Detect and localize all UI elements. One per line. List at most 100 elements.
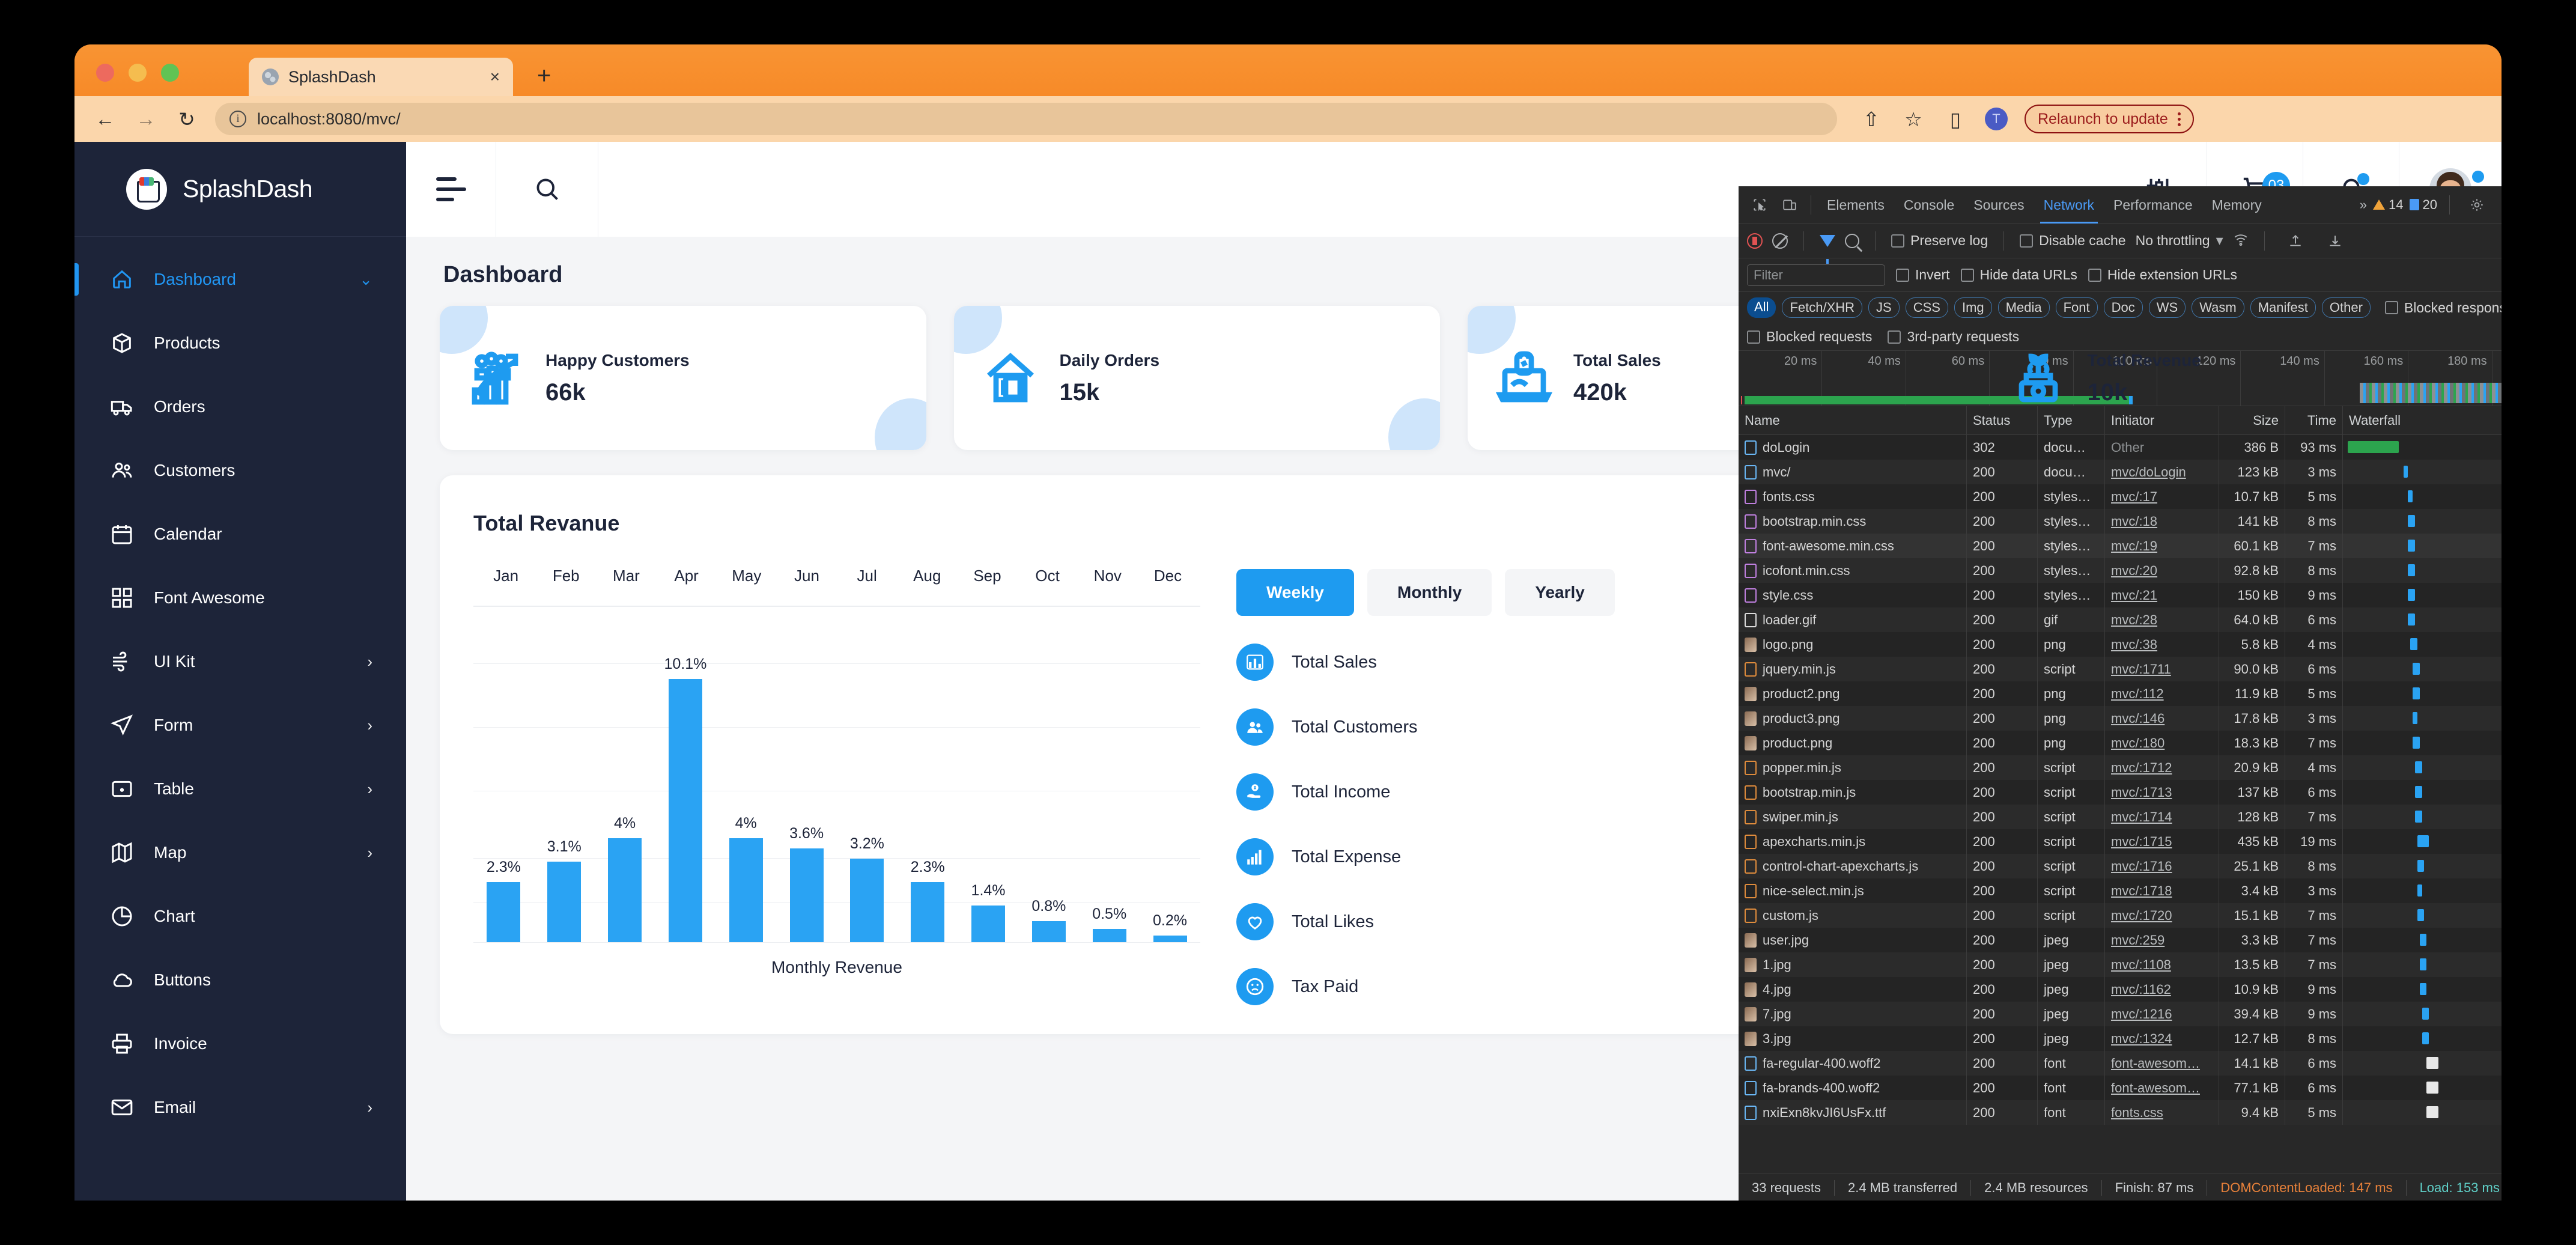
hide-data-urls-checkbox[interactable]: Hide data URLs bbox=[1961, 267, 2077, 283]
column-header-type[interactable]: Type bbox=[2038, 406, 2105, 434]
column-header-name[interactable]: Name bbox=[1739, 406, 1967, 434]
chart-bar-group[interactable]: 2.3% bbox=[898, 606, 958, 942]
table-row[interactable]: 1.jpg200jpegmvc/:110813.5 kB7 ms bbox=[1739, 952, 2502, 977]
browser-menu-icon[interactable] bbox=[2178, 112, 2181, 126]
chart-bar-group[interactable]: 10.1% bbox=[655, 606, 715, 942]
sidebar-item-chart[interactable]: Chart bbox=[74, 884, 406, 948]
topbar-search-button[interactable] bbox=[496, 142, 598, 237]
side-panel-icon[interactable]: ▯ bbox=[1943, 108, 1968, 131]
chart-bar-group[interactable]: 0.2% bbox=[1140, 606, 1200, 942]
request-initiator[interactable]: mvc/:21 bbox=[2111, 588, 2157, 603]
stat-card[interactable]: Happy Customers66k bbox=[440, 306, 926, 450]
close-window-button[interactable] bbox=[96, 64, 114, 82]
type-filter-ws[interactable]: WS bbox=[2149, 297, 2186, 318]
request-initiator[interactable]: mvc/:18 bbox=[2111, 514, 2157, 529]
devtools-tab-console[interactable]: Console bbox=[1894, 186, 1964, 224]
message-count[interactable]: 20 bbox=[2410, 197, 2437, 213]
table-row[interactable]: mvc/200docu…mvc/doLogin123 kB3 ms bbox=[1739, 460, 2502, 484]
sidebar-item-map[interactable]: Map› bbox=[74, 821, 406, 884]
request-initiator[interactable]: mvc/:1715 bbox=[2111, 834, 2172, 850]
table-row[interactable]: loader.gif200gifmvc/:2864.0 kB6 ms bbox=[1739, 607, 2502, 632]
request-initiator[interactable]: mvc/:20 bbox=[2111, 563, 2157, 579]
type-filter-doc[interactable]: Doc bbox=[2104, 297, 2143, 318]
table-row[interactable]: fonts.css200styles…mvc/:1710.7 kB5 ms bbox=[1739, 484, 2502, 509]
devtools-tab-elements[interactable]: Elements bbox=[1817, 186, 1894, 224]
request-initiator[interactable]: mvc/:180 bbox=[2111, 735, 2164, 751]
table-row[interactable]: style.css200styles…mvc/:21150 kB9 ms bbox=[1739, 583, 2502, 607]
chart-bar-group[interactable]: 3.6% bbox=[776, 606, 837, 942]
devtools-settings-icon[interactable] bbox=[2462, 192, 2492, 218]
sidebar-item-products[interactable]: Products bbox=[74, 311, 406, 375]
table-row[interactable]: fa-brands-400.woff2200fontfont-awesom…77… bbox=[1739, 1076, 2502, 1100]
type-filter-all[interactable]: All bbox=[1747, 297, 1776, 318]
column-header-initiator[interactable]: Initiator bbox=[2105, 406, 2219, 434]
sidebar-item-buttons[interactable]: Buttons bbox=[74, 948, 406, 1012]
request-initiator[interactable]: fonts.css bbox=[2111, 1105, 2163, 1121]
request-initiator[interactable]: mvc/:1718 bbox=[2111, 883, 2172, 899]
forward-icon[interactable]: → bbox=[133, 108, 159, 130]
devtools-tab-performance[interactable]: Performance bbox=[2104, 186, 2202, 224]
reload-icon[interactable]: ↻ bbox=[174, 108, 199, 131]
address-bar[interactable]: i localhost:8080/mvc/ bbox=[215, 103, 1837, 135]
more-tabs-icon[interactable]: » bbox=[2360, 197, 2367, 213]
table-row[interactable]: product3.png200pngmvc/:14617.8 kB3 ms bbox=[1739, 706, 2502, 731]
column-header-time[interactable]: Time bbox=[2285, 406, 2343, 434]
table-row[interactable]: control-chart-apexcharts.js200scriptmvc/… bbox=[1739, 854, 2502, 878]
browser-tab[interactable]: SplashDash × bbox=[249, 58, 513, 96]
bookmark-star-icon[interactable]: ☆ bbox=[1901, 108, 1926, 131]
period-tab-monthly[interactable]: Monthly bbox=[1367, 569, 1492, 616]
chart-bar-group[interactable]: 2.3% bbox=[473, 606, 534, 942]
network-conditions-icon[interactable] bbox=[2233, 231, 2249, 251]
request-initiator[interactable]: mvc/:1324 bbox=[2111, 1031, 2172, 1047]
request-initiator[interactable]: mvc/:1713 bbox=[2111, 785, 2172, 800]
type-filter-other[interactable]: Other bbox=[2322, 297, 2371, 318]
table-row[interactable]: nice-select.min.js200scriptmvc/:17183.4 … bbox=[1739, 878, 2502, 903]
table-row[interactable]: 7.jpg200jpegmvc/:121639.4 kB9 ms bbox=[1739, 1002, 2502, 1026]
request-initiator[interactable]: mvc/:1711 bbox=[2111, 662, 2171, 677]
stat-card[interactable]: Daily Orders15k bbox=[954, 306, 1441, 450]
filter-icon[interactable] bbox=[1820, 235, 1835, 247]
chart-bar-group[interactable]: 0.5% bbox=[1079, 606, 1140, 942]
request-initiator[interactable]: mvc/:17 bbox=[2111, 489, 2157, 505]
period-tab-weekly[interactable]: Weekly bbox=[1236, 569, 1354, 616]
table-row[interactable]: popper.min.js200scriptmvc/:171220.9 kB4 … bbox=[1739, 755, 2502, 780]
sidebar-item-orders[interactable]: Orders bbox=[74, 375, 406, 439]
chart-bar-group[interactable]: 0.8% bbox=[1018, 606, 1079, 942]
device-toolbar-icon[interactable] bbox=[1775, 192, 1805, 218]
maximize-window-button[interactable] bbox=[161, 64, 179, 82]
table-row[interactable]: doLogin302docu…Other386 B93 ms bbox=[1739, 435, 2502, 460]
request-initiator[interactable]: mvc/:19 bbox=[2111, 538, 2157, 554]
warning-count[interactable]: 14 bbox=[2373, 197, 2403, 213]
request-initiator[interactable]: mvc/:146 bbox=[2111, 711, 2164, 726]
column-header-status[interactable]: Status bbox=[1967, 406, 2038, 434]
search-icon[interactable] bbox=[1845, 234, 1859, 248]
table-row[interactable]: product.png200pngmvc/:18018.3 kB7 ms bbox=[1739, 731, 2502, 755]
table-row[interactable]: 4.jpg200jpegmvc/:116210.9 kB9 ms bbox=[1739, 977, 2502, 1002]
clear-button[interactable] bbox=[1772, 233, 1788, 249]
throttling-select[interactable]: No throttling▾ bbox=[2136, 232, 2223, 249]
request-initiator[interactable]: mvc/:1108 bbox=[2111, 957, 2171, 973]
type-filter-fetch-xhr[interactable]: Fetch/XHR bbox=[1782, 297, 1862, 318]
table-row[interactable]: swiper.min.js200scriptmvc/:1714128 kB7 m… bbox=[1739, 805, 2502, 829]
back-icon[interactable]: ← bbox=[93, 108, 118, 130]
sidebar-item-font-awesome[interactable]: Font Awesome bbox=[74, 566, 406, 630]
chart-bar-group[interactable]: 1.4% bbox=[958, 606, 1019, 942]
third-party-requests-checkbox[interactable]: 3rd-party requests bbox=[1888, 329, 2019, 345]
table-row[interactable]: logo.png200pngmvc/:385.8 kB4 ms bbox=[1739, 632, 2502, 657]
table-row[interactable]: font-awesome.min.css200styles…mvc/:1960.… bbox=[1739, 534, 2502, 558]
network-request-list[interactable]: doLogin302docu…Other386 B93 msmvc/200doc… bbox=[1739, 435, 2502, 1173]
preserve-log-checkbox[interactable]: Preserve log bbox=[1891, 233, 1988, 249]
request-initiator[interactable]: mvc/doLogin bbox=[2111, 464, 2186, 480]
table-row[interactable]: jquery.min.js200scriptmvc/:171190.0 kB6 … bbox=[1739, 657, 2502, 681]
sidebar-item-calendar[interactable]: Calendar bbox=[74, 502, 406, 566]
type-filter-wasm[interactable]: Wasm bbox=[2192, 297, 2244, 318]
request-initiator[interactable]: mvc/:1716 bbox=[2111, 859, 2172, 874]
request-initiator[interactable]: mvc/:1216 bbox=[2111, 1006, 2172, 1022]
table-row[interactable]: fa-regular-400.woff2200fontfont-awesom…1… bbox=[1739, 1051, 2502, 1076]
sidebar-item-customers[interactable]: Customers bbox=[74, 439, 406, 502]
blocked-requests-checkbox[interactable]: Blocked requests bbox=[1747, 329, 1872, 345]
devtools-more-icon[interactable]: ⋮ bbox=[2498, 192, 2502, 218]
sidebar-item-form[interactable]: Form› bbox=[74, 693, 406, 757]
request-initiator[interactable]: mvc/:1162 bbox=[2111, 982, 2171, 997]
browser-profile-avatar[interactable]: T bbox=[1985, 108, 2008, 130]
